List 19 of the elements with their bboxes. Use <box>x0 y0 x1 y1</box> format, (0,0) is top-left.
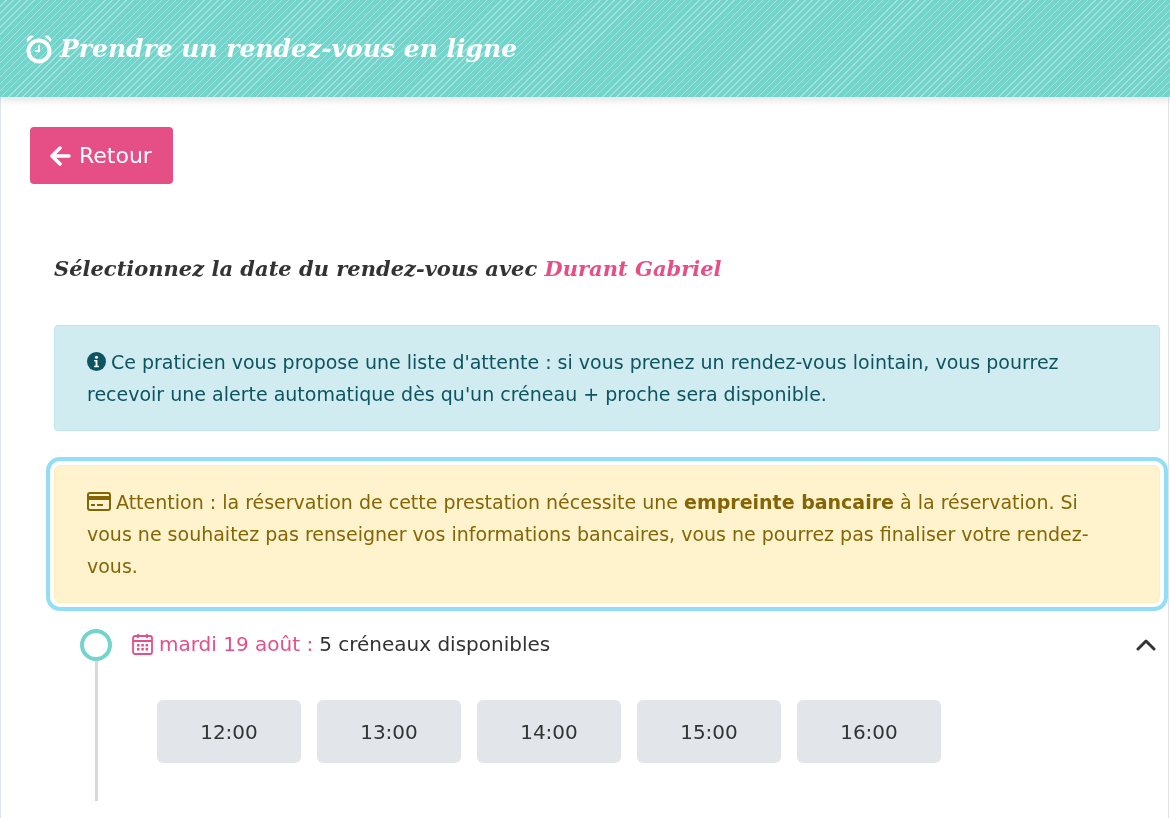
time-slot[interactable]: 14:00 <box>477 700 621 763</box>
slot-count: 5 créneaux disponibles <box>319 632 552 656</box>
chevron-up-icon[interactable] <box>1136 637 1156 651</box>
timeline-dot <box>80 629 112 661</box>
credit-card-icon <box>87 492 111 511</box>
info-icon <box>87 352 106 371</box>
time-slot[interactable]: 13:00 <box>317 700 461 763</box>
alert-text: Ce praticien vous propose une liste d'attente : si vous prenez un rendez-vous lointain, vous pourrez recevoir une alerte automatique dès qu'un créneau + proche sera disponible. <box>87 350 1060 407</box>
time-slot[interactable]: 16:00 <box>797 700 941 763</box>
alarm-clock-icon <box>24 32 54 65</box>
day-date: mardi 19 août : <box>159 632 314 656</box>
back-button[interactable]: Retour <box>30 127 173 184</box>
time-slot[interactable]: 12:00 <box>157 700 301 763</box>
section-heading: Sélectionnez la date du rendez-vous avec Durant Gabriel <box>54 256 723 281</box>
page-title: Prendre un rendez-vous en ligne <box>60 34 518 63</box>
time-slot[interactable]: 15:00 <box>637 700 781 763</box>
alert-text: Attention : la réservation de cette prestation nécessite une empreinte bancaire à la réservation. Si vous ne souhaitez pas renseigner vos informations bancaires, vous ne pourrez pas finaliser votre rendez-vous. <box>87 490 1090 579</box>
calendar-icon <box>132 633 153 655</box>
arrow-left-icon <box>50 145 71 166</box>
